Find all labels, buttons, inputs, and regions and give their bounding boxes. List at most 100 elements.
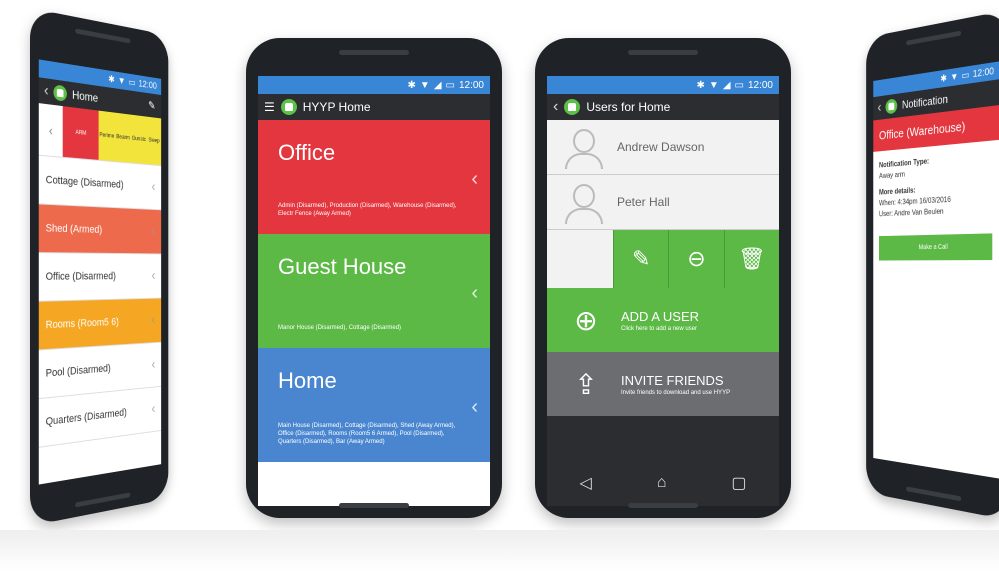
status-time: 12:00 (972, 65, 995, 80)
phone-users: ✱ ▼ ◢ ▭ 12:00 ‹ Users for Home Andrew Da… (535, 38, 791, 518)
phone-home-list: ✱ ▼ ▭ 12:00 ‹ Home ✎ ‹ ARM Perime Bearm … (30, 8, 169, 526)
share-icon: ⇪ (574, 368, 598, 400)
app-logo (564, 99, 581, 115)
chevron-left-icon: ‹ (471, 282, 478, 304)
phone-speaker (339, 50, 409, 55)
chevron-left-icon: ‹ (151, 223, 156, 239)
status-time: 12:00 (138, 78, 157, 92)
zone-bearm[interactable]: Bearm (115, 112, 132, 163)
chevron-left-icon: ‹ (471, 168, 478, 190)
app-title: Notification (901, 92, 948, 112)
user-name: Peter Hall (617, 195, 670, 209)
status-bar: ✱ ▼ ◢ ▭ 12:00 (547, 76, 779, 94)
site-cards: Office Admin (Disarmed), Production (Disa… (258, 120, 490, 462)
add-user-subtitle: Click here to add a new user (621, 325, 698, 332)
site-list-label: Cottage (Disarmed) (45, 174, 124, 191)
bluetooth-icon: ✱ (407, 79, 416, 91)
trash-icon: 🗑 (737, 246, 766, 271)
site-card-title: Home (278, 368, 337, 393)
battery-icon: ▭ (734, 79, 744, 91)
edit-user-button[interactable]: ✎ (613, 230, 669, 288)
invite-friends-button[interactable]: ⇪ INVITE FRIENDS Invite friends to downl… (547, 352, 779, 416)
app-bar: ☰ HYYP Home (258, 94, 490, 120)
invite-title: INVITE FRIENDS (621, 372, 724, 388)
site-card-description: Main House (Disarmed), Cottage (Disarmed… (278, 423, 456, 445)
menu-icon[interactable]: ☰ (264, 100, 275, 114)
signal-icon: ◢ (433, 79, 442, 91)
wifi-icon: ▼ (708, 79, 719, 91)
site-list-label: Quarters (Disarmed) (45, 406, 127, 429)
remove-user-button[interactable]: ⊖ (668, 230, 724, 288)
app-title: HYYP Home (302, 100, 371, 114)
back-nav-icon[interactable]: ◁ (579, 473, 591, 493)
site-list-item[interactable]: Shed (Armed) ‹ (38, 204, 162, 255)
edit-icon: ✎ (631, 246, 651, 271)
make-call-button[interactable]: Make a Call (878, 233, 993, 261)
bluetooth-icon: ✱ (108, 73, 115, 86)
wifi-icon: ▼ (419, 79, 430, 91)
status-time: 12:00 (458, 79, 484, 91)
delete-user-button[interactable]: 🗑 (723, 230, 779, 288)
site-list-label: Rooms (Room5 6) (45, 316, 119, 332)
chevron-left-icon: ‹ (151, 178, 156, 195)
recents-nav-icon[interactable]: ▢ (731, 473, 746, 493)
zone-perime[interactable]: Perime (98, 110, 116, 162)
swiped-row (547, 230, 613, 288)
android-nav-bar: ◁ ⌂ ▢ (547, 460, 779, 506)
avatar-icon (561, 180, 605, 224)
signal-icon: ◢ (722, 79, 731, 91)
user-row[interactable]: Andrew Dawson (547, 120, 779, 175)
add-user-button[interactable]: ⊕ ADD A USER Click here to add a new use… (547, 288, 779, 352)
bluetooth-icon: ✱ (940, 72, 948, 85)
battery-icon: ▭ (128, 76, 136, 89)
home-nav-icon[interactable]: ⌂ (657, 474, 667, 492)
zone-arm[interactable]: ARM (62, 106, 99, 160)
phone-bottom-bar (628, 503, 698, 508)
user-actions: ✎ ⊖ 🗑 (547, 230, 779, 288)
site-card-description: Manor House (Disarmed), Cottage (Disarme… (278, 325, 402, 331)
phone-bottom-bar (906, 486, 962, 502)
status-bar: ✱ ▼ ◢ ▭ 12:00 (258, 76, 490, 94)
app-logo (53, 84, 68, 102)
site-list-item[interactable]: Office (Disarmed) ‹ (38, 253, 162, 302)
phone2-screen: ✱ ▼ ◢ ▭ 12:00 ☰ HYYP Home Office Admin (D… (258, 76, 490, 506)
back-icon[interactable]: ‹ (878, 100, 882, 117)
site-card[interactable]: Home Main House (Disarmed), Cottage (Disa… (258, 348, 490, 462)
phone-hyyp-home: ✱ ▼ ◢ ▭ 12:00 ☰ HYYP Home Office Admin (D… (246, 38, 502, 518)
chevron-left-icon[interactable]: ‹ (38, 103, 63, 157)
phone-speaker (74, 28, 130, 44)
bluetooth-icon: ✱ (696, 79, 705, 91)
site-card[interactable]: Guest House Manor House (Disarmed), Cotta… (258, 234, 490, 348)
zone-gunstc[interactable]: Gunstc (131, 114, 147, 165)
battery-icon: ▭ (445, 79, 455, 91)
site-list-label: Shed (Armed) (45, 222, 103, 236)
site-list-label: Pool (Disarmed) (45, 362, 111, 380)
chevron-left-icon: ‹ (471, 396, 478, 418)
add-user-title: ADD A USER (621, 308, 700, 324)
battery-icon: ▭ (961, 69, 970, 82)
back-icon[interactable]: ‹ (44, 82, 49, 100)
chevron-left-icon: ‹ (151, 312, 156, 328)
site-list: Cottage (Disarmed) ‹ Shed (Armed) ‹ Office (… (38, 155, 162, 448)
site-list-item[interactable]: Cottage (Disarmed) ‹ (38, 155, 162, 211)
site-card[interactable]: Office Admin (Disarmed), Production (Disa… (258, 120, 490, 234)
phone-speaker (906, 30, 962, 46)
invite-subtitle: Invite friends to download and use HYYP (621, 389, 731, 396)
edit-icon[interactable]: ✎ (148, 99, 155, 113)
app-logo (280, 99, 297, 115)
user-name: Andrew Dawson (617, 140, 705, 154)
floor-reflection (0, 530, 999, 571)
app-logo (885, 98, 898, 115)
site-list-label: Office (Disarmed) (45, 270, 116, 283)
chevron-left-icon: ‹ (151, 267, 156, 284)
user-row[interactable]: Peter Hall (547, 175, 779, 230)
site-card-title: Office (278, 140, 336, 165)
chevron-left-icon: ‹ (151, 356, 156, 373)
app-title: Users for Home (586, 100, 671, 114)
back-icon[interactable]: ‹ (553, 98, 558, 116)
site-card-description: Admin (Disarmed), Production (Disarmed),… (278, 203, 457, 217)
phone-notification: ✱ ▼ ▭ 12:00 ‹ Notification Office (Wareh… (866, 10, 999, 520)
zone-sleep[interactable]: Sleep (146, 116, 162, 166)
site-list-item[interactable]: Rooms (Room5 6) ‹ (38, 298, 162, 351)
wifi-icon: ▼ (950, 71, 959, 83)
